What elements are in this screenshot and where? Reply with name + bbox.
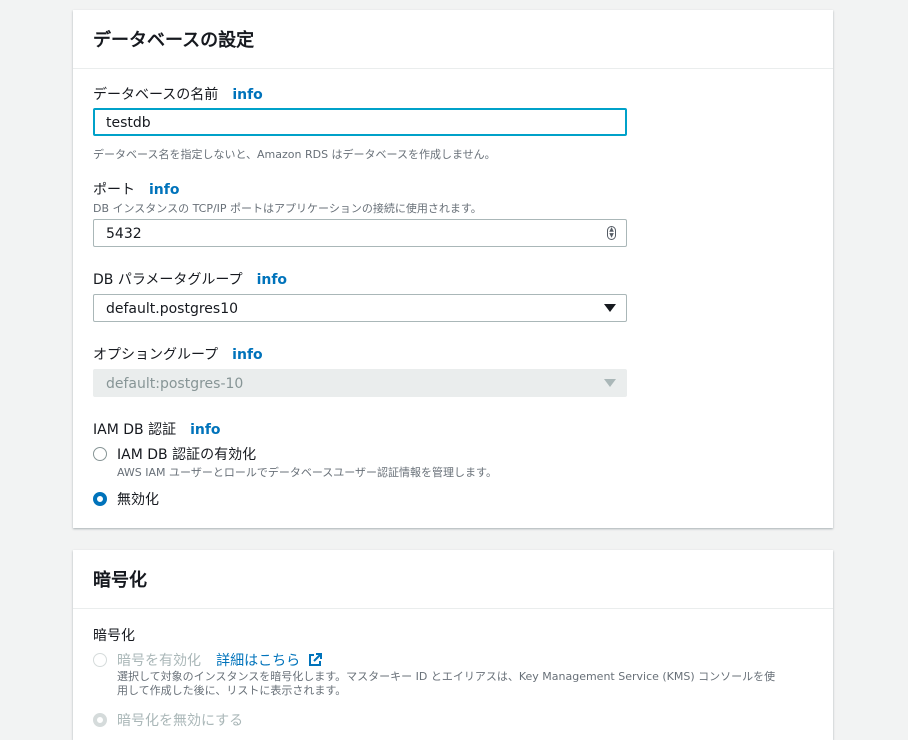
database-settings-panel: データベースの設定 データベースの名前 info testdb データベース名を指… [73, 10, 833, 528]
param-group-info-link[interactable]: info [257, 272, 287, 288]
db-name-info-link[interactable]: info [232, 87, 262, 103]
iam-auth-info-link[interactable]: info [190, 422, 220, 438]
panel-title: データベースの設定 [73, 10, 833, 69]
option-group-info-link[interactable]: info [232, 347, 262, 363]
encryption-disable-label: 暗号化を無効にする [117, 713, 244, 729]
panel-title: 暗号化 [73, 550, 833, 609]
encryption-description-line2: 用して作成した後に、リストに表示されます。 [117, 684, 347, 697]
port-hint: DB インスタンスの TCP/IP ポートはアプリケーションの接続に使用されます… [93, 202, 482, 215]
iam-auth-label: IAM DB 認証 [93, 422, 177, 438]
iam-enable-label[interactable]: IAM DB 認証の有効化 [117, 444, 256, 464]
iam-disable-radio[interactable] [93, 492, 107, 506]
encryption-enable-label: 暗号を有効化 [117, 653, 201, 669]
db-name-label-row: データベースの名前 info [93, 84, 263, 104]
encryption-enable-radio [93, 653, 107, 667]
encryption-panel: 暗号化 暗号化 暗号を有効化 詳細はこちら 選択して対象のインスタンスを暗号化し… [73, 550, 833, 740]
option-group-label-row: オプショングループ info [93, 344, 263, 364]
param-group-select[interactable]: default.postgres10 [93, 294, 627, 322]
db-name-input[interactable]: testdb [93, 108, 627, 136]
spinner-icon[interactable]: ▲ ▼ [607, 226, 616, 240]
option-group-label: オプショングループ [93, 347, 219, 363]
encryption-enable-row: 暗号を有効化 詳細はこちら [117, 650, 322, 670]
encryption-description-line1: 選択して対象のインスタンスを暗号化します。マスターキー ID とエイリアスは、K… [117, 670, 776, 683]
iam-disable-label[interactable]: 無効化 [117, 489, 159, 509]
iam-enable-radio[interactable] [93, 447, 107, 461]
option-group-select: default:postgres-10 [93, 369, 627, 397]
external-link-icon [308, 653, 322, 666]
db-name-hint: データベース名を指定しないと、Amazon RDS はデータベースを作成しません… [93, 148, 496, 161]
param-group-label-row: DB パラメータグループ info [93, 269, 287, 289]
param-group-label: DB パラメータグループ [93, 272, 243, 288]
iam-auth-label-row: IAM DB 認証 info [93, 419, 221, 439]
port-label: ポート [93, 182, 135, 198]
learn-more-link[interactable]: 詳細はこちら [216, 653, 322, 669]
iam-enable-description: AWS IAM ユーザーとロールでデータベースユーザー認証情報を管理します。 [117, 466, 497, 479]
encryption-disable-radio [93, 713, 107, 727]
caret-down-icon [604, 379, 616, 387]
param-group-value: default.postgres10 [106, 301, 239, 317]
port-input[interactable]: 5432 ▲ ▼ [93, 219, 627, 247]
learn-more-text[interactable]: 詳細はこちら [216, 653, 300, 669]
option-group-value: default:postgres-10 [106, 376, 244, 392]
encryption-label: 暗号化 [93, 628, 135, 644]
port-info-link[interactable]: info [149, 182, 179, 198]
port-value: 5432 [106, 226, 142, 242]
encryption-enable-description: 選択して対象のインスタンスを暗号化します。マスターキー ID とエイリアスは、K… [117, 670, 817, 698]
db-name-label: データベースの名前 [93, 87, 219, 103]
caret-down-icon [604, 304, 616, 312]
port-label-row: ポート info [93, 179, 179, 199]
